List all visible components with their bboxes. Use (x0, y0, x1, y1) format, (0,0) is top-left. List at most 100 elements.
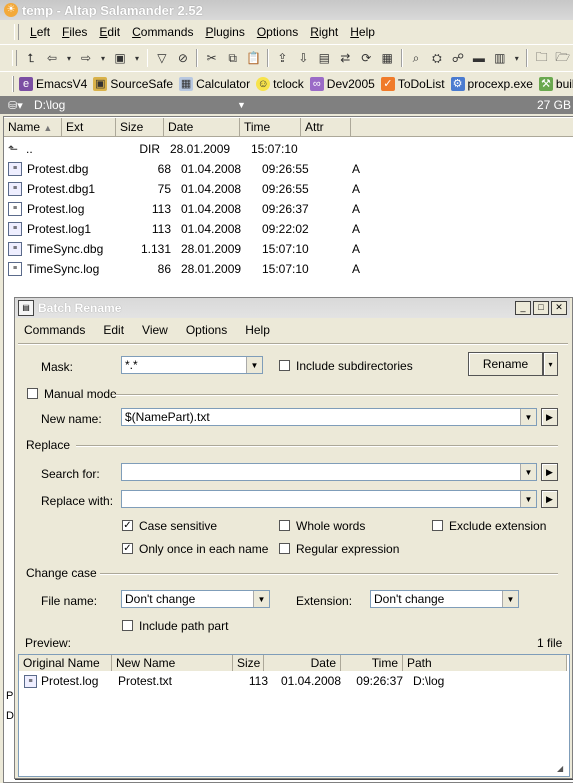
back-dropdown-icon[interactable]: ▾ (66, 50, 73, 67)
minimize-button[interactable]: _ (515, 301, 531, 315)
properties-icon[interactable]: ▦ (380, 50, 395, 67)
dialog-menu-help[interactable]: Help (236, 323, 279, 337)
copy-icon[interactable]: ⧉ (225, 50, 240, 67)
paste-icon[interactable]: 📋 (246, 50, 261, 67)
file-row[interactable]: ≡ Protest.dbg 68 01.04.2008 09:26:55 A (4, 159, 564, 179)
dialog-menu-edit[interactable]: Edit (94, 323, 133, 337)
hot-paths-icon[interactable]: ▥ (492, 50, 507, 67)
file-row[interactable]: ≡ Protest.log1 113 01.04.2008 09:22:02 A (4, 219, 564, 239)
usermenu-calculator[interactable]: ▦ Calculator (179, 76, 250, 91)
dialog-menu-commands[interactable]: Commands (15, 323, 94, 337)
menu-files[interactable]: Files (59, 25, 96, 39)
usermenu-sourcesafe[interactable]: ▣ SourceSafe (93, 76, 173, 91)
sync-icon[interactable]: ⟳ (359, 50, 374, 67)
compare-icon[interactable]: ⇄ (338, 50, 353, 67)
find-icon[interactable]: ⌕ (409, 50, 424, 67)
file-row[interactable]: ≡ TimeSync.dbg 1.131 28.01.2009 15:07:10… (4, 239, 564, 259)
menu-help[interactable]: Help (347, 25, 384, 39)
cut-icon[interactable]: ✂ (204, 50, 219, 67)
filter-icon[interactable]: ▽ (154, 50, 169, 67)
chevron-down-icon[interactable]: ▼ (520, 491, 536, 507)
regular-expression-checkbox[interactable] (279, 543, 290, 554)
chevron-down-icon[interactable]: ▼ (246, 357, 262, 373)
search-options-button[interactable]: ▶ (541, 463, 558, 481)
column-name[interactable]: Name ▲ (4, 118, 62, 136)
usermenu-build[interactable]: ⚒build_V4 (538, 76, 573, 91)
include-path-part-checkbox[interactable] (122, 620, 133, 631)
back-icon[interactable]: ⇦ (45, 50, 60, 67)
preview-row[interactable]: ≡ Protest.log Protest.txt 113 01.04.2008… (19, 672, 567, 690)
replace-options-button[interactable]: ▶ (541, 490, 558, 508)
drive-icon[interactable]: ⛁▾ (8, 99, 34, 112)
hot-paths-dropdown-icon[interactable]: ▾ (513, 50, 520, 67)
file-name-case-combo[interactable]: Don't change ▼ (121, 590, 270, 608)
column-date[interactable]: Date (164, 118, 240, 136)
usermenu-dev2005[interactable]: ∞ Dev2005 (309, 76, 375, 91)
chevron-down-icon[interactable]: ▼ (520, 409, 536, 425)
command-prompt-icon[interactable]: ▬ (471, 50, 486, 67)
dialog-menu-options[interactable]: Options (177, 323, 236, 337)
file-row[interactable]: ≡ TimeSync.log 86 28.01.2009 15:07:10 A (4, 259, 564, 279)
column-size[interactable]: Size (116, 118, 164, 136)
drive-select-icon[interactable]: ▣ (113, 50, 128, 67)
menu-options[interactable]: Options (254, 25, 307, 39)
shares-icon[interactable]: ⛭ (429, 50, 444, 67)
mask-combo[interactable]: *.* ▼ (121, 356, 263, 374)
preview-column-size[interactable]: Size (233, 655, 264, 671)
new-name-combo[interactable]: $(NamePart).txt ▼ (121, 408, 537, 426)
column-time[interactable]: Time (240, 118, 301, 136)
insert-variable-button[interactable]: ▶ (541, 408, 558, 426)
resize-grip-icon[interactable]: ◢ (557, 764, 563, 773)
search-for-combo[interactable]: ▼ (121, 463, 537, 481)
forward-icon[interactable]: ⇨ (79, 50, 94, 67)
menu-right[interactable]: Right (307, 25, 347, 39)
close-button[interactable]: ✕ (551, 301, 567, 315)
case-sensitive-checkbox[interactable]: ✓ (122, 520, 133, 531)
parent-directory-icon[interactable]: ⮤ (24, 50, 39, 67)
rename-button[interactable]: Rename (468, 352, 543, 376)
preview-column-path[interactable]: Path (403, 655, 567, 671)
menu-left[interactable]: Left (27, 25, 59, 39)
forward-dropdown-icon[interactable]: ▾ (100, 50, 107, 67)
file-row-up[interactable]: ⬑ .. DIR 28.01.2009 15:07:10 (4, 139, 564, 159)
chevron-down-icon[interactable]: ▼ (502, 591, 518, 607)
exclude-extension-checkbox[interactable] (432, 520, 443, 531)
archive-icon[interactable]: ▤ (317, 50, 332, 67)
maximize-button[interactable]: □ (533, 301, 549, 315)
preview-column-original[interactable]: Original Name (19, 655, 112, 671)
replace-with-combo[interactable]: ▼ (121, 490, 537, 508)
network-icon[interactable]: ☍ (450, 50, 465, 67)
include-subdirectories-checkbox[interactable] (279, 360, 290, 371)
preview-column-date[interactable]: Date (264, 655, 341, 671)
preview-column-new[interactable]: New Name (112, 655, 233, 671)
usermenu-procexp[interactable]: ⚙ procexp.exe (450, 76, 533, 91)
usermenu-todolist[interactable]: ✓ ToDoList (380, 76, 445, 91)
dialog-menu-view[interactable]: View (133, 323, 177, 337)
whole-words-checkbox[interactable] (279, 520, 290, 531)
menu-commands[interactable]: Commands (129, 25, 202, 39)
file-row[interactable]: ≡ Protest.log 113 01.04.2008 09:26:37 A (4, 199, 564, 219)
extension-case-combo[interactable]: Don't change ▼ (370, 590, 519, 608)
chevron-down-icon[interactable]: ▼ (253, 591, 269, 607)
column-ext[interactable]: Ext (62, 118, 116, 136)
column-attr[interactable]: Attr (301, 118, 351, 136)
drive-dropdown-icon[interactable]: ▾ (134, 50, 141, 67)
rename-dropdown-button[interactable]: ▾ (543, 352, 558, 376)
unfilter-icon[interactable]: ⊘ (175, 50, 190, 67)
only-once-checkbox[interactable]: ✓ (122, 543, 133, 554)
menu-plugins[interactable]: Plugins (202, 25, 253, 39)
usermenu-emacs[interactable]: e EmacsV4 (19, 76, 87, 91)
manual-mode-checkbox[interactable] (27, 388, 38, 399)
preview-column-time[interactable]: Time (341, 655, 403, 671)
open-folder-icon[interactable]: 🗀 (534, 50, 549, 67)
group-line (100, 573, 558, 575)
path-history-dropdown-icon[interactable]: ▼ (237, 100, 537, 110)
unpack-icon[interactable]: ⇩ (296, 50, 311, 67)
current-path[interactable]: D:\log (34, 98, 237, 112)
file-row[interactable]: ≡ Protest.dbg1 75 01.04.2008 09:26:55 A (4, 179, 564, 199)
new-folder-icon[interactable]: 🗁 (555, 50, 570, 67)
pack-icon[interactable]: ⇪ (275, 50, 290, 67)
usermenu-tclock[interactable]: ☺ tclock (256, 76, 304, 91)
menu-edit[interactable]: Edit (96, 25, 129, 39)
chevron-down-icon[interactable]: ▼ (520, 464, 536, 480)
